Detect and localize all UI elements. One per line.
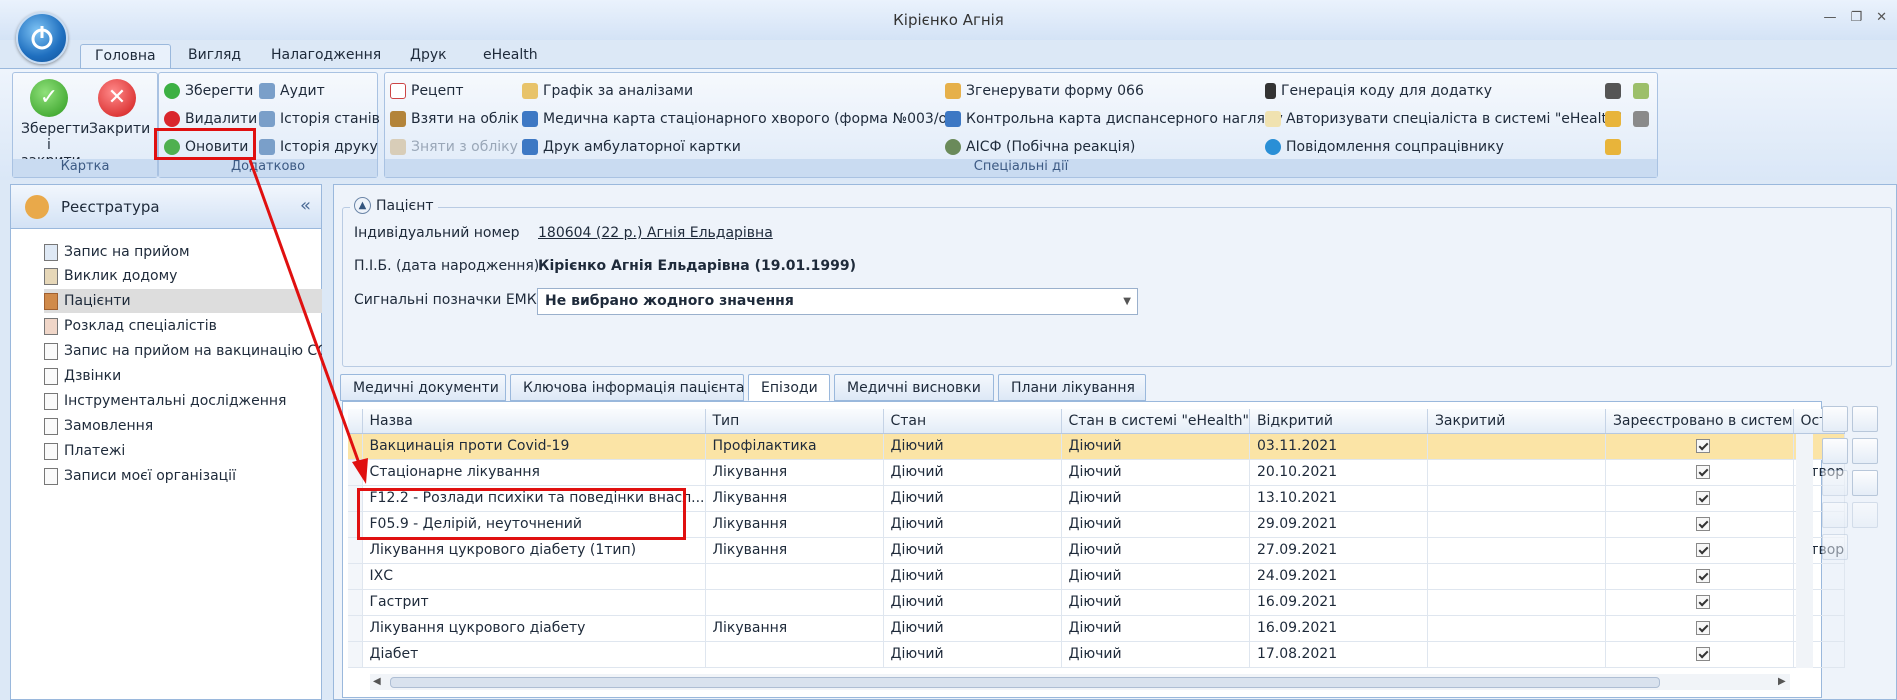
app-menu-button[interactable]: [16, 12, 68, 64]
annotation-arrow: [248, 159, 368, 484]
power-icon: [31, 26, 53, 50]
